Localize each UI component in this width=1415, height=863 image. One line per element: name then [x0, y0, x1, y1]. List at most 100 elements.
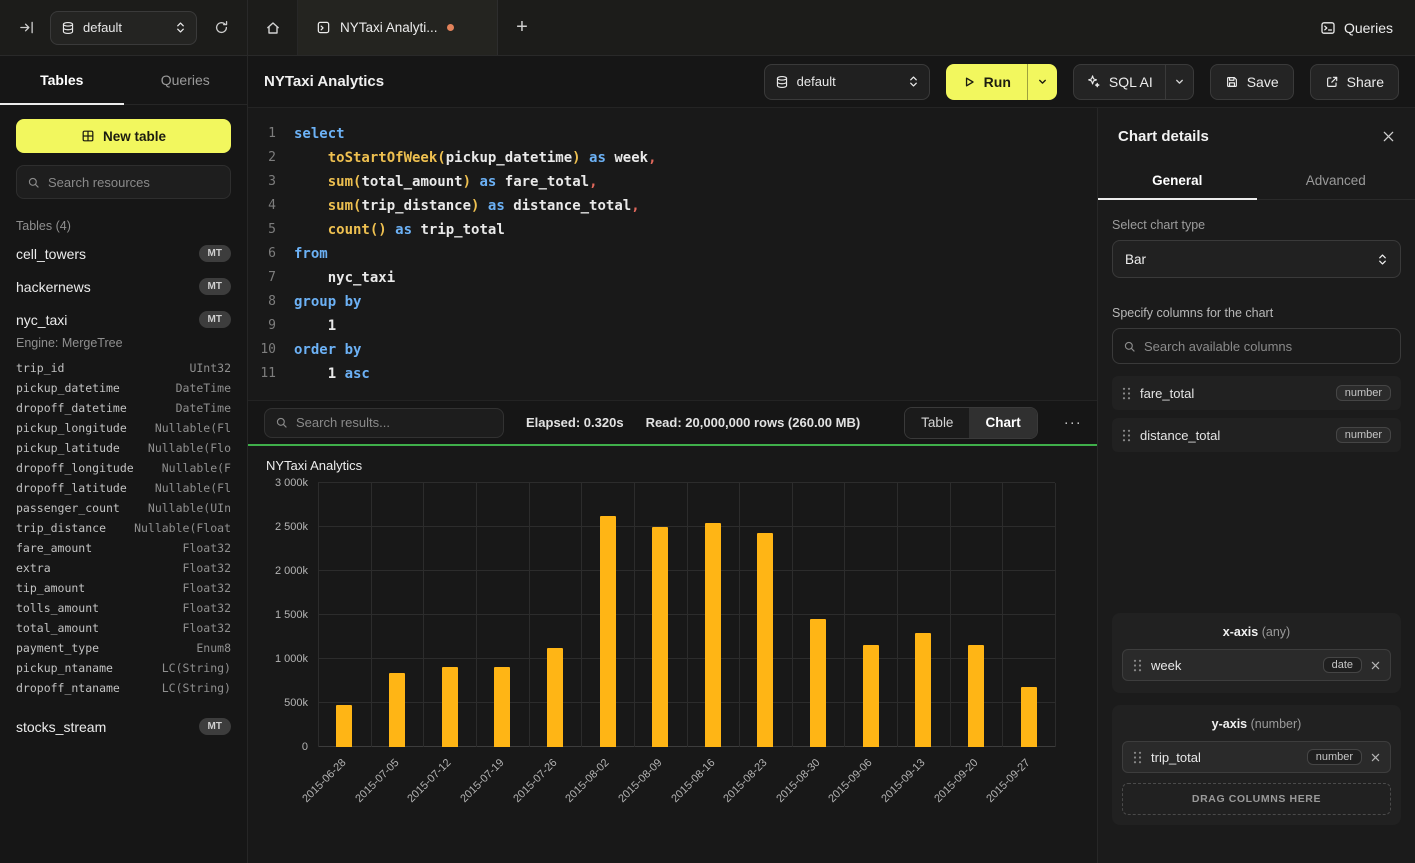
drag-handle-icon[interactable]: [1133, 751, 1142, 764]
table-row[interactable]: stocks_streamMT: [0, 710, 247, 743]
column-name: dropoff_latitude: [16, 481, 127, 495]
column-type: Nullable(Float: [134, 521, 231, 535]
resource-search-input[interactable]: [48, 175, 220, 190]
new-tab-button[interactable]: +: [498, 0, 546, 55]
table-view-button[interactable]: Table: [905, 408, 969, 438]
bar[interactable]: [547, 648, 563, 747]
column-type: Enum8: [196, 641, 231, 655]
share-button-label: Share: [1347, 74, 1384, 90]
code-text: 1: [294, 314, 336, 338]
chart-title: NYTaxi Analytics: [266, 458, 1079, 473]
table-name: hackernews: [16, 279, 91, 295]
chart-plot: [318, 483, 1055, 747]
column-type: UInt32: [189, 361, 231, 375]
bar[interactable]: [863, 645, 879, 747]
drag-handle-icon[interactable]: [1122, 429, 1131, 442]
table-column-row[interactable]: dropoff_longitudeNullable(F: [16, 458, 231, 478]
more-options-button[interactable]: ···: [1060, 414, 1086, 431]
elapsed-stat: Elapsed: 0.320s: [526, 415, 624, 430]
collapse-sidebar-button[interactable]: [12, 14, 40, 42]
column-type: Nullable(F: [162, 461, 231, 475]
editor-line: 4 sum(trip_distance) as distance_total,: [248, 194, 1097, 218]
remove-column-icon[interactable]: [1371, 753, 1380, 762]
sql-editor[interactable]: 1select2 toStartOfWeek(pickup_datetime) …: [248, 108, 1097, 400]
save-button[interactable]: Save: [1210, 64, 1294, 100]
search-icon: [27, 176, 40, 189]
chart-view-button[interactable]: Chart: [969, 408, 1036, 438]
axis-column-chip[interactable]: weekdate: [1122, 649, 1391, 681]
tab-general[interactable]: General: [1098, 161, 1257, 199]
table-column-row[interactable]: dropoff_latitudeNullable(Fl: [16, 478, 231, 498]
remove-column-icon[interactable]: [1371, 661, 1380, 670]
table-column-row[interactable]: pickup_latitudeNullable(Flo: [16, 438, 231, 458]
run-button[interactable]: Run: [946, 64, 1027, 100]
query-tab[interactable]: NYTaxi Analyti...: [298, 0, 498, 55]
table-column-row[interactable]: pickup_longitudeNullable(Fl: [16, 418, 231, 438]
table-column-row[interactable]: trip_distance Nullable(Float: [16, 518, 231, 538]
bar[interactable]: [915, 633, 931, 747]
table-column-row[interactable]: pickup_ntanameLC(String): [16, 658, 231, 678]
bar[interactable]: [968, 645, 984, 747]
share-button[interactable]: Share: [1310, 64, 1399, 100]
drag-handle-icon[interactable]: [1122, 387, 1131, 400]
x-axis-card: x-axis (any) weekdate: [1112, 613, 1401, 693]
table-column-row[interactable]: total_amountFloat32: [16, 618, 231, 638]
topbar: default NYTaxi Analyti.: [0, 0, 1415, 56]
available-column-row[interactable]: distance_totalnumber: [1112, 418, 1401, 452]
run-button-label: Run: [984, 74, 1011, 90]
close-panel-button[interactable]: [1382, 130, 1395, 143]
bar[interactable]: [810, 619, 826, 747]
drag-handle-icon[interactable]: [1133, 659, 1142, 672]
editor-line: 7 nyc_taxi: [248, 266, 1097, 290]
sql-ai-button-group: SQL AI: [1073, 64, 1194, 100]
bar[interactable]: [652, 527, 668, 747]
tab-queries[interactable]: Queries: [124, 56, 248, 104]
bar[interactable]: [389, 673, 405, 747]
bar[interactable]: [336, 705, 352, 747]
table-column-row[interactable]: passenger_countNullable(UIn: [16, 498, 231, 518]
queries-button[interactable]: Queries: [1320, 20, 1393, 36]
table-column-row[interactable]: payment_typeEnum8: [16, 638, 231, 658]
available-column-row[interactable]: fare_totalnumber: [1112, 376, 1401, 410]
table-row[interactable]: cell_towersMT: [0, 237, 247, 270]
editor-line: 6from: [248, 242, 1097, 266]
table-column-row[interactable]: dropoff_datetimeDateTime: [16, 398, 231, 418]
y-axis-chips: trip_totalnumber: [1122, 741, 1391, 773]
database-selector[interactable]: default: [50, 11, 197, 45]
table-column-row[interactable]: tolls_amountFloat32: [16, 598, 231, 618]
bar[interactable]: [1021, 687, 1037, 747]
new-table-button[interactable]: New table: [16, 119, 231, 153]
column-search-input[interactable]: [1144, 339, 1390, 354]
chart-details-panel: Chart details General Advanced Select ch…: [1097, 108, 1415, 863]
bar[interactable]: [705, 523, 721, 747]
header-database-selector[interactable]: default: [764, 64, 930, 100]
refresh-button[interactable]: [207, 14, 235, 42]
chart-type-select[interactable]: Bar: [1112, 240, 1401, 278]
table-column-row[interactable]: pickup_datetimeDateTime: [16, 378, 231, 398]
table-column-row[interactable]: extraFloat32: [16, 558, 231, 578]
sql-ai-options-button[interactable]: [1165, 65, 1193, 99]
column-type: Float32: [183, 601, 231, 615]
tab-advanced[interactable]: Advanced: [1257, 161, 1415, 199]
bar-slot: [792, 483, 845, 747]
table-column-row[interactable]: trip_idUInt32: [16, 358, 231, 378]
table-column-row[interactable]: dropoff_ntanameLC(String): [16, 678, 231, 698]
home-tab-button[interactable]: [248, 0, 298, 55]
table-row[interactable]: hackernewsMT: [0, 270, 247, 303]
tab-tables[interactable]: Tables: [0, 56, 124, 104]
code-text: nyc_taxi: [294, 266, 395, 290]
bar[interactable]: [442, 667, 458, 747]
bar[interactable]: [494, 667, 510, 747]
bar[interactable]: [600, 516, 616, 747]
table-column-row[interactable]: tip_amountFloat32: [16, 578, 231, 598]
run-options-button[interactable]: [1027, 64, 1057, 100]
drop-zone[interactable]: DRAG COLUMNS HERE: [1122, 783, 1391, 815]
results-search-input[interactable]: [296, 415, 493, 430]
bar[interactable]: [757, 533, 773, 747]
axis-column-chip[interactable]: trip_totalnumber: [1122, 741, 1391, 773]
column-name: trip_distance: [16, 521, 106, 535]
table-column-row[interactable]: fare_amountFloat32: [16, 538, 231, 558]
editor-line: 11 1 asc: [248, 362, 1097, 386]
sql-ai-button[interactable]: SQL AI: [1074, 65, 1165, 99]
table-row[interactable]: nyc_taxiMT: [0, 303, 247, 336]
